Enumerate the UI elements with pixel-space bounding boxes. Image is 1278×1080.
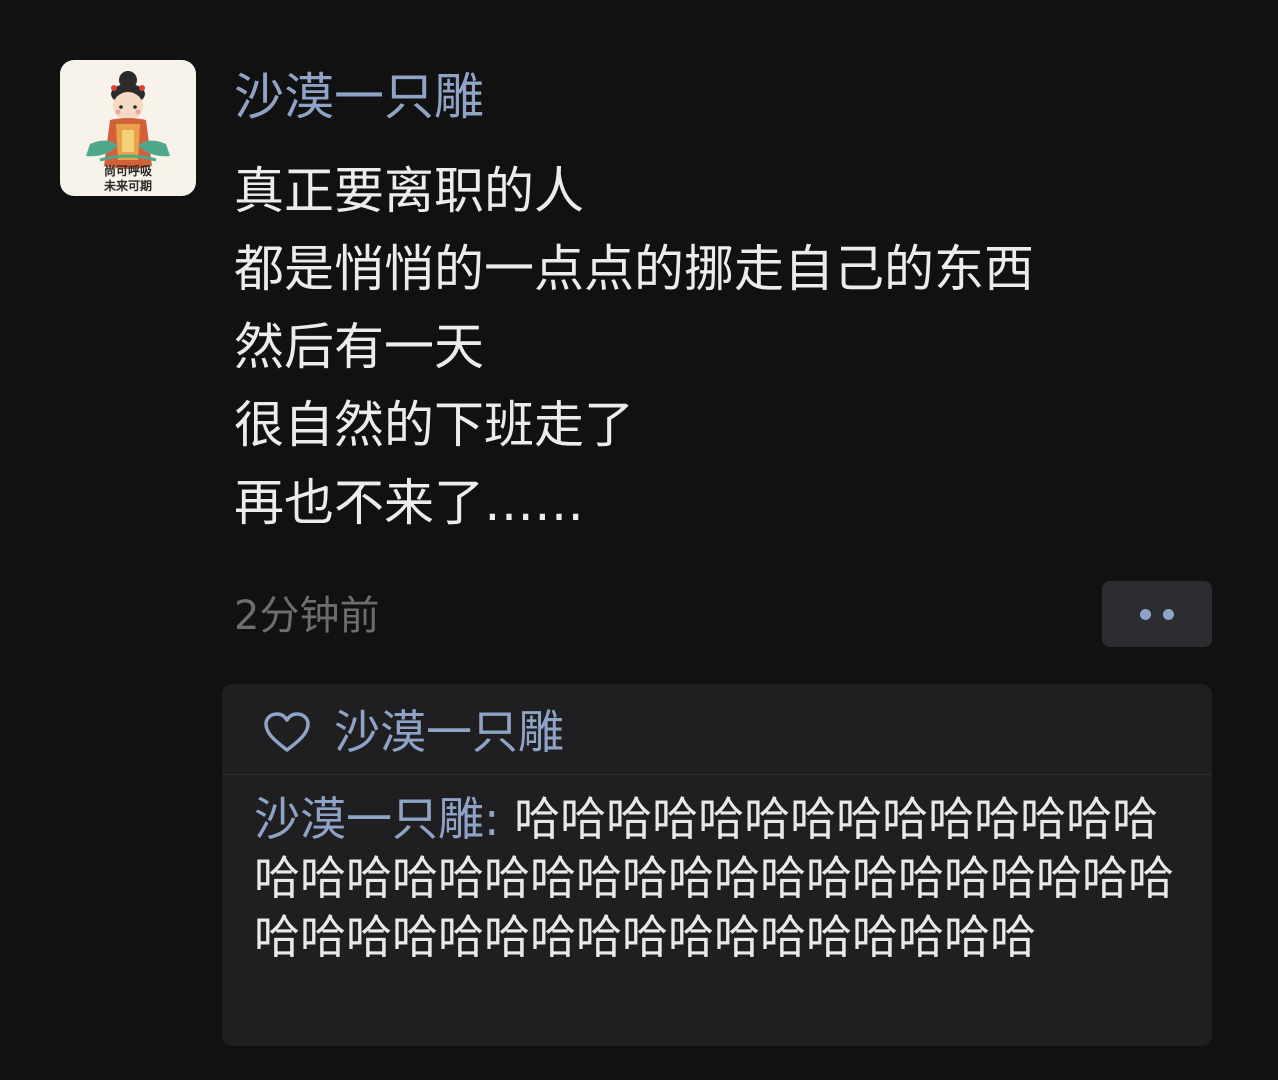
post-line: 然后有一天 (234, 318, 484, 376)
post-line: 再也不来了…… (234, 474, 584, 532)
comment-item[interactable]: 沙漠一只雕: 哈哈哈哈哈哈哈哈哈哈哈哈哈哈哈哈哈哈哈哈哈哈哈哈哈哈哈哈哈哈哈哈哈… (254, 790, 1194, 967)
post-content: 真正要离职的人 都是悄悄的一点点的挪走自己的东西 然后有一天 很自然的下班走了 … (234, 152, 1234, 542)
liker-name[interactable]: 沙漠一只雕 (334, 700, 564, 764)
heart-icon (264, 712, 310, 752)
avatar[interactable]: 尚可呼吸 未来可期 (60, 60, 196, 196)
avatar-caption-line1: 尚可呼吸 (103, 164, 152, 178)
post-line: 都是悄悄的一点点的挪走自己的东西 (234, 240, 1034, 298)
post-line: 真正要离职的人 (234, 162, 584, 220)
post-line: 很自然的下班走了 (234, 396, 634, 454)
avatar-caption-line2: 未来可期 (103, 179, 152, 193)
more-dots-icon (1140, 608, 1174, 620)
more-actions-button[interactable] (1102, 581, 1212, 647)
comment-author[interactable]: 沙漠一只雕 (254, 792, 484, 846)
post-timestamp: 2分钟前 (234, 593, 380, 639)
comment-separator: : (484, 792, 515, 846)
likes-comments-panel: 沙漠一只雕 沙漠一只雕: 哈哈哈哈哈哈哈哈哈哈哈哈哈哈哈哈哈哈哈哈哈哈哈哈哈哈哈… (222, 684, 1212, 1046)
likes-row: 沙漠一只雕 (222, 684, 1212, 775)
author-name[interactable]: 沙漠一只雕 (234, 62, 484, 132)
